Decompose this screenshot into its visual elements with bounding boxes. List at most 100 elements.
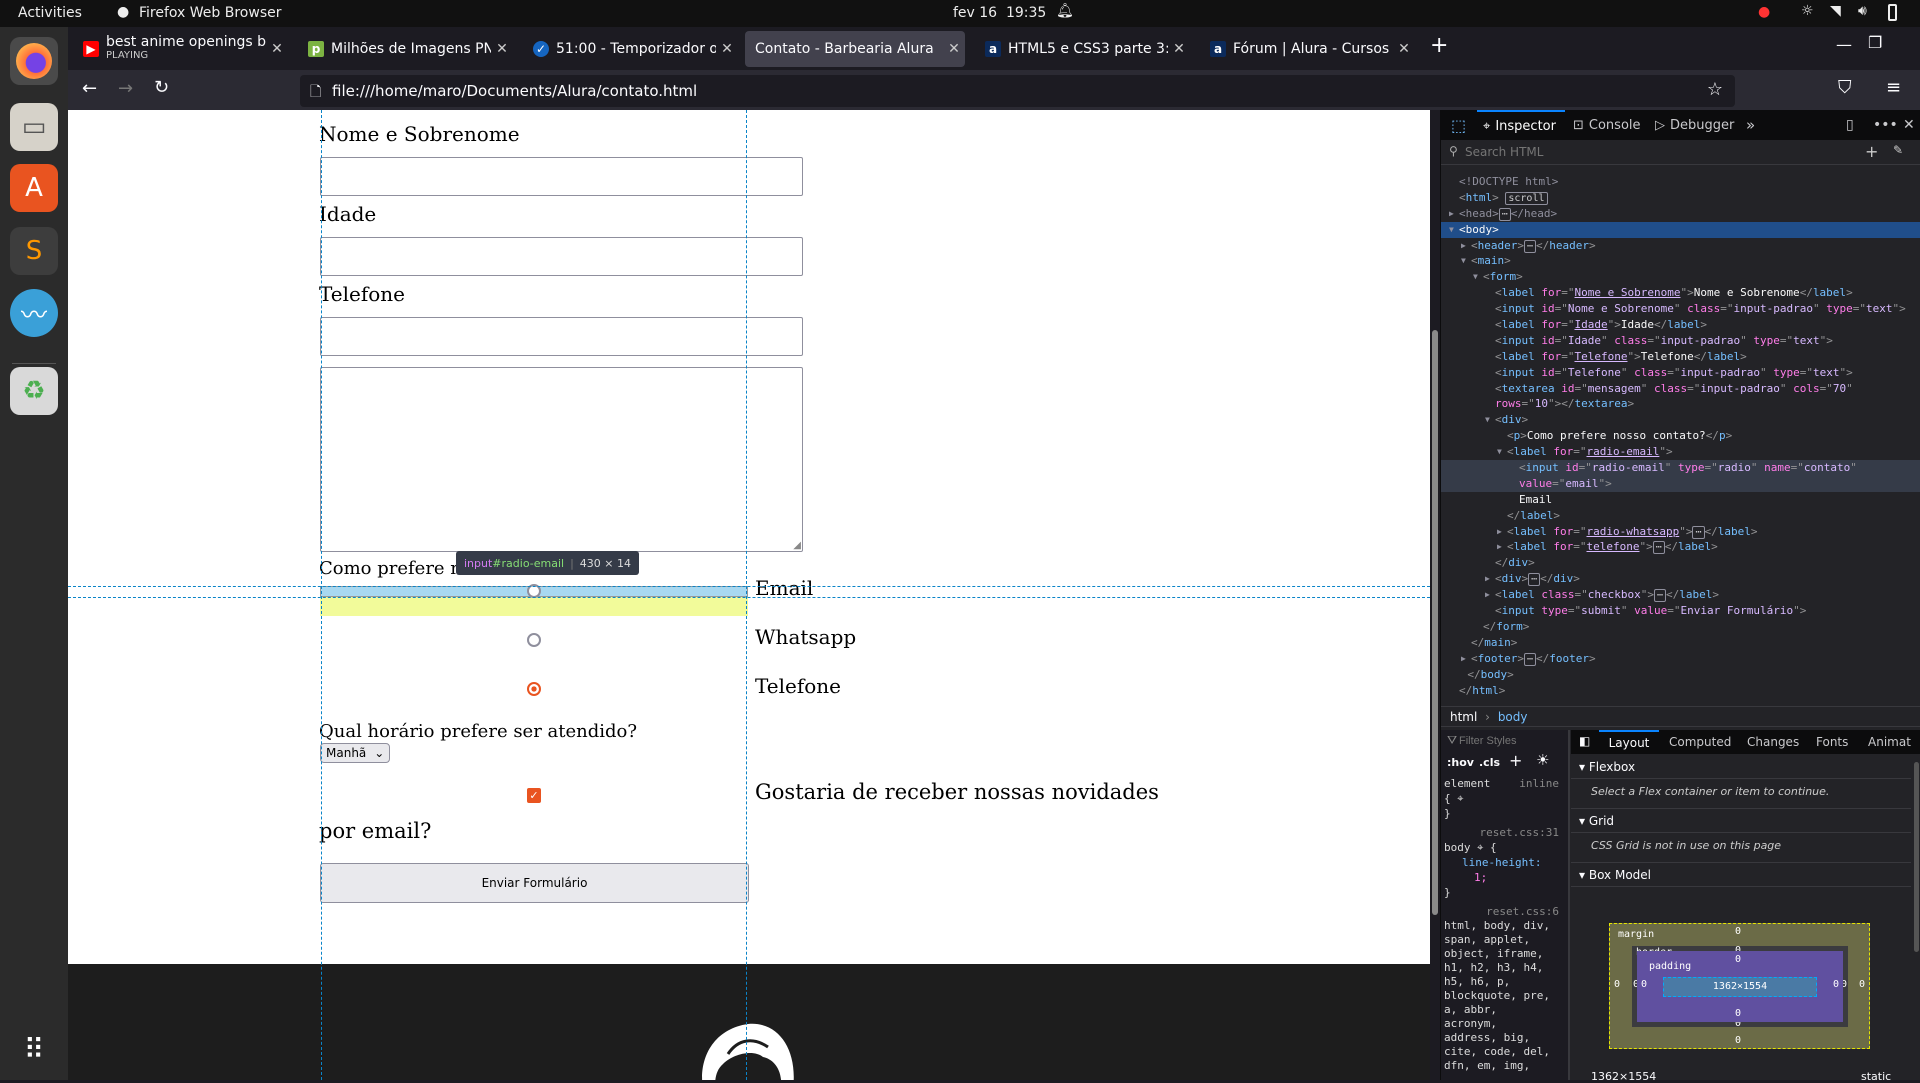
expand-arrow-icon[interactable]: ▶ — [1449, 206, 1454, 222]
remmina-icon[interactable]: 〰 — [10, 289, 58, 337]
url-text[interactable]: file:///home/maro/Documents/Alura/contat… — [332, 82, 697, 100]
margin-bottom-value[interactable]: 0 — [1735, 1035, 1741, 1046]
tab-animations[interactable]: Animat — [1868, 735, 1913, 749]
expand-arrow-icon[interactable]: ▶ — [1461, 651, 1466, 667]
close-tab-icon[interactable]: ✕ — [716, 41, 738, 57]
url-bar[interactable]: 🗋 file:///home/maro/Documents/Alura/cont… — [300, 75, 1735, 107]
tab-fonts[interactable]: Fonts — [1816, 735, 1848, 749]
html-tree-node[interactable]: <label for="Idade">Idade</label> — [1441, 317, 1920, 333]
hov-toggle[interactable]: :hov — [1447, 756, 1474, 769]
page-scrollbar[interactable] — [1432, 330, 1438, 915]
rule-property[interactable]: line-height: — [1444, 855, 1559, 870]
expand-arrow-icon[interactable]: ▶ — [1485, 571, 1490, 587]
code-token[interactable]: Idade — [1575, 318, 1608, 331]
dock-side-icon[interactable]: ▯ — [1846, 110, 1854, 140]
collapse-arrow-icon[interactable]: ▼ — [1497, 444, 1502, 460]
eyedropper-icon[interactable]: ✎ — [1893, 143, 1903, 157]
html-tree-node[interactable]: ▶ <label for="telefone"> ⋯ </label> — [1441, 539, 1920, 555]
cls-toggle[interactable]: .cls — [1479, 756, 1500, 769]
node-badge[interactable]: scroll — [1505, 191, 1548, 205]
html-tree-node[interactable]: ▼ <label for="radio-email"> — [1441, 444, 1920, 460]
collapse-arrow-icon[interactable]: ▼ — [1461, 253, 1466, 269]
html-tree-node[interactable]: </body> — [1441, 667, 1920, 683]
light-theme-icon[interactable]: ☀ — [1536, 751, 1549, 769]
tab-layout[interactable]: Layout — [1599, 730, 1659, 754]
trash-icon[interactable]: ♻ — [10, 367, 58, 415]
show-apps-grid-icon[interactable]: ⠿ — [10, 1025, 58, 1073]
files-icon[interactable]: ▭ — [10, 103, 58, 151]
html-tree-node[interactable]: ▶ <footer> ⋯ </footer> — [1441, 651, 1920, 667]
html-tree-node[interactable]: <input id="Idade" class="input-padrao" t… — [1441, 333, 1920, 349]
collapse-arrow-icon[interactable]: ▼ — [1473, 269, 1478, 285]
code-token[interactable]: radio-email — [1587, 445, 1660, 458]
minimize-button[interactable]: — — [1836, 35, 1852, 54]
close-devtools-icon[interactable]: ✕ — [1903, 110, 1915, 140]
clock[interactable]: fev 16 19:35 — [953, 5, 1046, 21]
tab-computed[interactable]: Computed — [1669, 735, 1731, 749]
back-icon[interactable]: ← — [82, 78, 97, 99]
collapse-arrow-icon[interactable]: ▼ — [1485, 412, 1490, 428]
flexbox-section-header[interactable]: ▾ Flexbox — [1571, 754, 1911, 779]
app-center-icon[interactable]: A — [10, 164, 58, 212]
app-menu[interactable]: Firefox Web Browser — [139, 5, 282, 21]
wifi-icon[interactable]: ◥ — [1830, 3, 1841, 19]
submit-button[interactable]: Enviar Formulário — [320, 863, 749, 903]
html-tree-node[interactable]: Email — [1441, 492, 1920, 508]
grid-section-header[interactable]: ▾ Grid — [1571, 808, 1911, 833]
age-input[interactable] — [320, 237, 803, 276]
node-badge[interactable]: ⋯ — [1524, 652, 1537, 666]
activities-button[interactable]: Activities — [18, 5, 82, 21]
node-badge[interactable]: ⋯ — [1653, 589, 1667, 603]
menu-hamburger-icon[interactable]: ≡ — [1886, 77, 1901, 98]
resize-grip-icon[interactable]: ◢ — [793, 540, 801, 551]
html-tree-node[interactable]: ▼ <form> — [1441, 269, 1920, 285]
close-tab-icon[interactable]: ✕ — [1393, 41, 1415, 57]
html-tree[interactable]: <!DOCTYPE html> <html> scroll ▶ <head> ⋯ </he… — [1441, 174, 1920, 698]
tab-youtube[interactable]: ▶ best anime openings but iPLAYING ✕ — [73, 31, 288, 67]
html-tree-node[interactable]: <p>Como prefere nosso contato?</p> — [1441, 428, 1920, 444]
html-tree-node[interactable]: rows="10"></textarea> — [1441, 396, 1920, 412]
rule-source-link[interactable]: reset.css:31 — [1444, 825, 1559, 840]
expand-arrow-icon[interactable]: ▶ — [1497, 524, 1502, 540]
tab-inspector[interactable]: ⌖ Inspector — [1477, 110, 1565, 140]
code-token[interactable]: Nome e Sobrenome — [1575, 286, 1681, 299]
message-textarea[interactable]: ◢ — [320, 367, 803, 552]
dock-firefox[interactable] — [10, 37, 58, 85]
reload-icon[interactable]: ↻ — [154, 77, 169, 98]
breadcrumb-html[interactable]: html — [1450, 710, 1477, 724]
html-tree-node[interactable]: <input id="Telefone" class="input-padrao… — [1441, 365, 1920, 381]
node-badge[interactable]: ⋯ — [1524, 239, 1537, 253]
node-badge[interactable]: ⋯ — [1528, 573, 1541, 587]
schedule-select[interactable]: Manhã ⌄ — [320, 743, 390, 763]
padding-top-value[interactable]: 0 — [1735, 954, 1741, 965]
html-tree-node[interactable]: ▶ <head> ⋯ </head> — [1441, 206, 1920, 222]
collapse-arrow-icon[interactable]: ▼ — [1449, 222, 1454, 238]
code-token[interactable]: radio-whatsapp — [1587, 525, 1680, 538]
forward-icon[interactable]: → — [118, 78, 133, 99]
html-tree-node[interactable]: </main> — [1441, 635, 1920, 651]
expand-arrow-icon[interactable]: ▶ — [1461, 238, 1466, 254]
box-model-section-header[interactable]: ▾ Box Model — [1571, 862, 1911, 887]
html-tree-node[interactable]: <input id="Nome e Sobrenome" class="inpu… — [1441, 301, 1920, 317]
html-tree-node[interactable]: ▶ <label class="checkbox"> ⋯ </label> — [1441, 587, 1920, 603]
html-tree-node[interactable]: ▶ <label for="radio-whatsapp"> ⋯ </label> — [1441, 524, 1920, 540]
box-model-border[interactable]: border 0 0 0 0 padding 0 0 0 0 1362×1554 — [1632, 945, 1848, 1029]
html-tree-node[interactable]: <input type="submit" value="Enviar Formu… — [1441, 603, 1920, 619]
html-tree-node[interactable]: ▶ <header> ⋯ </header> — [1441, 238, 1920, 254]
close-tab-icon[interactable]: ✕ — [266, 41, 288, 57]
breadcrumb-body[interactable]: body — [1498, 710, 1528, 724]
html-tree-node[interactable]: <label for="Telefone">Telefone</label> — [1441, 349, 1920, 365]
margin-left-value[interactable]: 0 — [1614, 979, 1620, 990]
code-token[interactable]: Telefone — [1575, 350, 1628, 363]
html-tree-node[interactable]: <input id="radio-email" type="radio" nam… — [1441, 460, 1920, 476]
add-rule-icon[interactable]: + — [1509, 751, 1522, 770]
battery-icon[interactable] — [1888, 4, 1897, 21]
padding-left-value[interactable]: 0 — [1641, 979, 1647, 990]
html-tree-node[interactable]: </html> — [1441, 683, 1920, 699]
tab-alura-html5[interactable]: a HTML5 e CSS3 parte 3: Tra ✕ — [975, 31, 1190, 67]
volume-icon[interactable]: 🔊︎ — [1858, 3, 1867, 19]
rule-value[interactable]: 1; — [1444, 870, 1559, 885]
node-badge[interactable]: ⋯ — [1652, 541, 1665, 555]
html-tree-node[interactable]: value="email"> — [1441, 475, 1920, 492]
node-badge[interactable]: ⋯ — [1692, 525, 1705, 539]
